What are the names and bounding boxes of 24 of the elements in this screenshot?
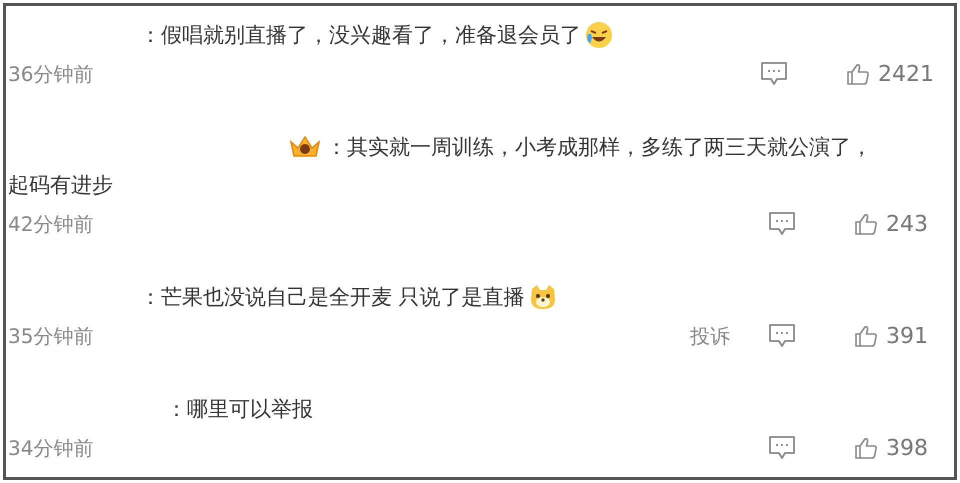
dog-emoji-icon [528,283,557,311]
comment-time: 36分钟前 [8,61,94,88]
like-count[interactable]: 2421 [878,58,934,90]
like-count[interactable]: 391 [886,320,928,352]
comment-text: 起码有进步 [8,172,113,199]
comment-text: ：哪里可以举报 [166,396,313,423]
comment-time: 35分钟前 [8,323,94,350]
comment-text: ：其实就一周训练，小考成那样，多练了两三天就公演了， [326,134,872,161]
laughing-emoji-icon [585,21,613,49]
comment-text: ：假唱就别直播了，没兴趣看了，准备退会员了 [140,22,581,49]
thumbs-up-icon [854,436,878,460]
comment-time: 34分钟前 [8,435,94,462]
thumbs-up-icon [846,62,870,86]
comment-text: ：芒果也没说自己是全开麦 只说了是直播 [140,284,525,311]
like-count[interactable]: 398 [886,432,928,464]
report-link[interactable]: 投诉 [690,321,730,351]
comment-icon[interactable] [768,435,796,461]
thumbs-up-icon [854,324,878,348]
like-count[interactable]: 243 [886,208,928,240]
comment-icon[interactable] [768,323,796,349]
comment-icon[interactable] [768,211,796,237]
comment-time: 42分钟前 [8,211,94,238]
comment-icon[interactable] [760,61,788,87]
thumbs-up-icon [854,212,878,236]
